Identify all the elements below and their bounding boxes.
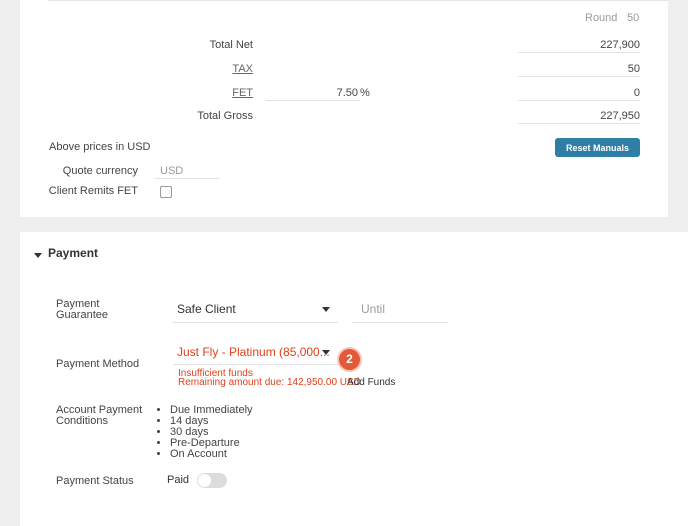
- total-gross-label: Total Gross: [197, 110, 253, 122]
- account-payment-conditions-label-line2: Conditions: [56, 415, 108, 427]
- payment-guarantee-select[interactable]: Safe Client: [177, 302, 337, 322]
- payment-section-title: Payment: [48, 246, 99, 260]
- client-remits-fet-label: Client Remits FET: [48, 185, 138, 197]
- total-gross-value: 227,950: [600, 110, 640, 122]
- payment-method-value: Just Fly - Platinum (85,000...: [177, 345, 330, 359]
- round-label: Round: [585, 12, 618, 24]
- fet-percent-input[interactable]: 7.50: [268, 87, 358, 99]
- round-value[interactable]: 50: [627, 12, 639, 24]
- payment-method-label: Payment Method: [56, 358, 140, 370]
- tax-link[interactable]: TAX: [200, 63, 253, 75]
- caret-down-icon: [34, 253, 42, 258]
- list-item: On Account: [170, 449, 253, 460]
- total-net-label: Total Net: [209, 39, 253, 51]
- tax-value[interactable]: 50: [520, 63, 640, 75]
- percent-sign: %: [360, 87, 370, 99]
- divider: [48, 0, 668, 1]
- fet-value[interactable]: 0: [520, 87, 640, 99]
- payment-guarantee-label-line2: Guarantee: [56, 309, 108, 321]
- remaining-amount-message: Remaining amount due: 142,950.00 USD: [178, 377, 361, 388]
- step-badge: 2: [339, 349, 360, 370]
- chevron-down-icon: [322, 307, 330, 312]
- payment-conditions-list: Due Immediately 14 days 30 days Pre-Depa…: [156, 405, 253, 460]
- reset-manuals-button[interactable]: Reset Manuals: [555, 138, 640, 157]
- toggle-knob: [198, 474, 211, 487]
- payment-guarantee-value: Safe Client: [177, 302, 236, 316]
- total-net-value: 227,900: [600, 39, 640, 51]
- client-remits-fet-checkbox[interactable]: [160, 186, 172, 198]
- payment-method-select[interactable]: Just Fly - Platinum (85,000...: [177, 345, 337, 365]
- payment-status-value: Paid: [167, 474, 190, 486]
- until-input[interactable]: Until: [361, 302, 385, 316]
- fet-link[interactable]: FET: [200, 87, 253, 99]
- add-funds-link[interactable]: Add Funds: [347, 377, 395, 388]
- quote-currency-input[interactable]: USD: [160, 165, 183, 177]
- chevron-down-icon: [322, 350, 330, 355]
- payment-status-label: Payment Status: [56, 475, 134, 487]
- quote-currency-label: Quote currency: [62, 165, 138, 177]
- payment-status-toggle[interactable]: [197, 473, 227, 488]
- above-prices-note: Above prices in USD: [49, 141, 151, 153]
